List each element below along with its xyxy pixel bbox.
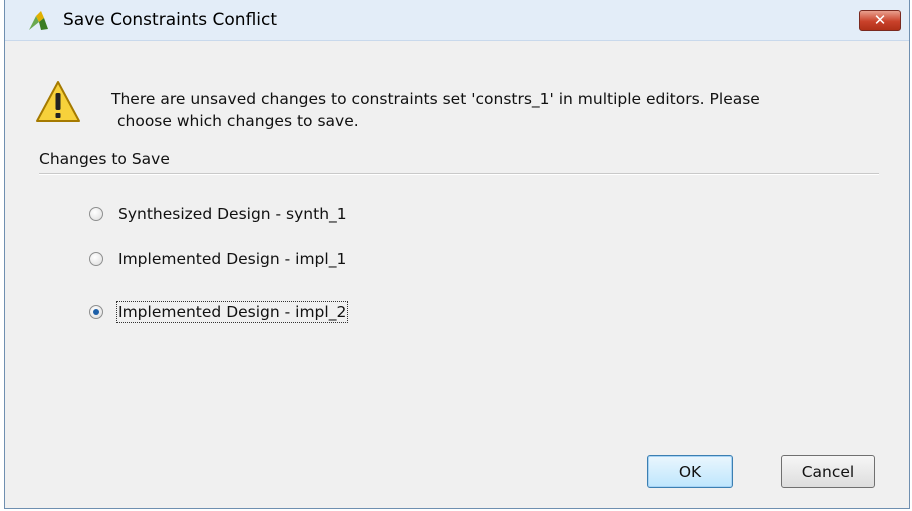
message-line-1: There are unsaved changes to constraints… [111, 90, 760, 108]
option-label[interactable]: Synthesized Design - synth_1 [117, 204, 348, 224]
ok-button[interactable]: OK [647, 455, 733, 488]
option-label[interactable]: Implemented Design - impl_2 [115, 301, 349, 323]
dialog-window: Save Constraints Conflict ✕ There are un… [4, 0, 910, 509]
radio-impl-2[interactable] [89, 305, 103, 319]
message-line-2: choose which changes to save. [117, 112, 359, 130]
option-impl-2[interactable]: Implemented Design - impl_2 [89, 300, 349, 324]
section-divider [39, 173, 879, 175]
radio-synth-1[interactable] [89, 207, 103, 221]
cancel-button[interactable]: Cancel [781, 455, 875, 488]
changes-to-save-label: Changes to Save [39, 150, 170, 168]
app-logo-icon [27, 10, 49, 32]
dialog-title: Save Constraints Conflict [63, 10, 278, 30]
warning-icon [35, 80, 81, 124]
title-bar[interactable]: Save Constraints Conflict ✕ [5, 0, 909, 41]
radio-impl-1[interactable] [89, 252, 103, 266]
option-synth-1[interactable]: Synthesized Design - synth_1 [89, 202, 348, 226]
close-icon: ✕ [873, 11, 887, 29]
option-impl-1[interactable]: Implemented Design - impl_1 [89, 247, 347, 271]
message-text: There are unsaved changes to constraints… [111, 88, 851, 132]
option-label[interactable]: Implemented Design - impl_1 [117, 249, 347, 269]
close-button[interactable]: ✕ [859, 10, 901, 31]
